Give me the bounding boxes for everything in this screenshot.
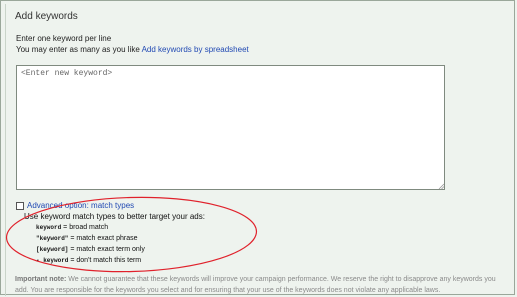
add-keywords-panel: Add keywords Enter one keyword per line … <box>0 0 515 296</box>
keyword-textarea[interactable] <box>16 65 445 190</box>
instruction-one-per-line: Enter one keyword per line <box>16 34 112 43</box>
important-note-label: Important note: <box>15 276 67 283</box>
important-note-text: We cannot guarantee that these keywords … <box>15 276 496 294</box>
instruction-many: You may enter as many as you like Add ke… <box>16 45 249 54</box>
resize-grip-icon[interactable] <box>438 183 445 190</box>
important-note: Important note: We cannot guarantee that… <box>15 274 505 296</box>
add-by-spreadsheet-link[interactable]: Add keywords by spreadsheet <box>142 45 249 54</box>
instruction-many-text: You may enter as many as you like <box>16 45 140 54</box>
annotation-ellipse <box>5 196 258 273</box>
page-title: Add keywords <box>15 11 78 22</box>
